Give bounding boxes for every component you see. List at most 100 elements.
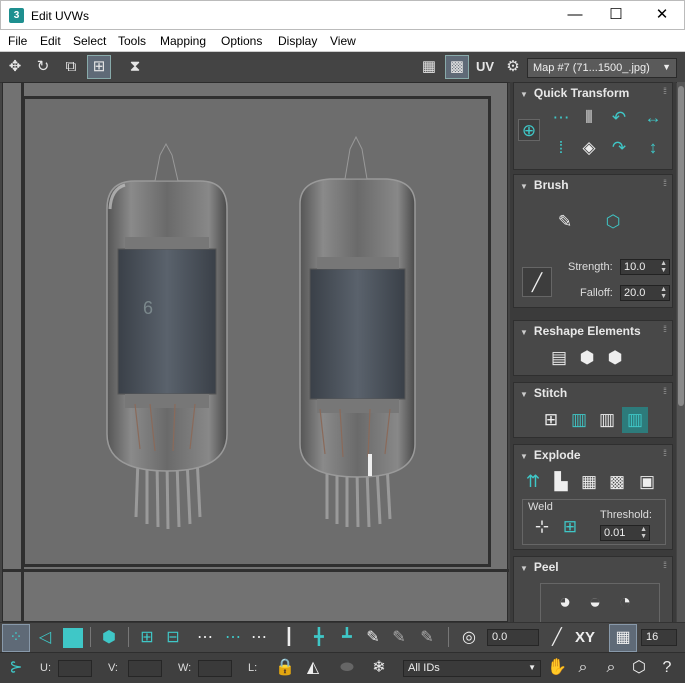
spinner-arrows-icon[interactable]: ▲ ▼ [660,260,667,274]
quick-peel-icon[interactable]: ◕ [552,589,578,615]
grow-selection-icon[interactable]: ⊞ [134,625,160,651]
close-button[interactable]: ✕ [639,1,685,31]
stitch-to-source-icon[interactable]: ▥ [622,407,648,433]
element-mode-icon[interactable]: ⬢ [96,625,122,651]
menu-display[interactable]: Display [278,34,317,48]
align-horizontal-icon[interactable]: ⋯ [548,105,574,131]
xy-toggle[interactable]: XY [572,625,598,651]
align-edge-icon[interactable]: ⁞ [548,135,574,161]
rollout-header[interactable]: ▼ Stitch [514,383,672,401]
lock-icon[interactable]: 🔒 [272,655,298,681]
loop-icon[interactable]: ⋯ [192,625,218,651]
minimize-button[interactable]: — [552,1,598,31]
relax-icon[interactable]: ⬢ [574,345,600,371]
move-icon[interactable]: ✥ [4,56,26,78]
rollout-header[interactable]: ▼ Reshape Elements [514,321,672,339]
threshold-spinner[interactable]: 0.01 ▲ ▼ [600,525,650,541]
map-settings-icon[interactable]: ⚙ [502,56,524,78]
u-input[interactable] [58,660,92,677]
menu-view[interactable]: View [330,34,356,48]
brush-size-up-icon[interactable]: ✎ [386,625,412,651]
brush-icon[interactable]: ✎ [360,625,386,651]
peel-mode-icon[interactable]: ◒ [582,589,608,615]
panel-scrollbar[interactable] [677,82,685,622]
show-map-icon[interactable]: ▩ [445,55,469,79]
falloff-spinner[interactable]: 20.0 ▲ ▼ [620,285,670,301]
break-icon[interactable]: ⇈ [520,469,546,495]
snowflake-icon[interactable]: ❄ [366,655,392,681]
loop-grow-icon[interactable]: ⋯ [220,625,246,651]
explode-by-group-icon[interactable]: ▩ [604,469,630,495]
paint-select-icon[interactable]: ┻ [334,625,360,651]
align-vertical-icon[interactable]: ⦀ [576,105,602,131]
v-input[interactable] [128,660,162,677]
straighten-icon[interactable]: ◈ [576,135,602,161]
ring-grow-icon[interactable]: ┃ [276,625,302,651]
strength-spinner[interactable]: 10.0 ▲ ▼ [620,259,670,275]
transform-mode-icon[interactable]: ⊱ [3,655,29,681]
ring-icon[interactable]: ⋯ [246,625,272,651]
brush-size-down-icon[interactable]: ✎ [414,625,440,651]
paint-move-icon[interactable]: ✎ [552,209,578,235]
freeform-icon[interactable]: ⊞ [87,55,111,79]
hide-icon[interactable]: ◭ [300,655,326,681]
grid-snap-icon[interactable]: ▦ [609,624,637,652]
scrollbar-thumb[interactable] [678,86,684,406]
detach-icon[interactable]: ▙ [548,469,574,495]
relax-brush-icon[interactable]: ⬡ [600,209,626,235]
menu-options[interactable]: Options [221,34,262,48]
weld-selected-icon[interactable]: ⊹ [530,515,554,539]
rollout-header[interactable]: ▼ Quick Transform [514,83,672,101]
vertex-mode-icon[interactable]: ⁘ [2,624,30,652]
set-pivot-icon[interactable]: ⊕ [518,119,540,141]
scale-icon[interactable]: ⧉ [60,56,82,78]
space-vertical-icon[interactable]: ↕ [640,135,666,161]
menu-select[interactable]: Select [73,34,106,48]
grid-input[interactable]: 16 [641,629,677,646]
freeze-icon[interactable]: ⬬ [334,655,360,681]
rollout-header[interactable]: ▼ Brush [514,175,672,193]
rollout-header[interactable]: ▼ Explode [514,445,672,463]
relax-settings-icon[interactable]: ⬢ [602,345,628,371]
zoom-extents-icon[interactable]: ⬡ [626,655,652,681]
shrink-selection-icon[interactable]: ⊟ [160,625,186,651]
stitch-to-target-icon[interactable]: ▥ [566,407,592,433]
ids-dropdown[interactable]: All IDs ▼ [403,660,541,677]
explode-by-smoothing-icon[interactable]: ▣ [634,469,660,495]
angle-input[interactable]: 0.0 [487,629,539,646]
rollout-header[interactable]: ▼ Peel [514,557,672,575]
weld-all-icon[interactable]: ⊞ [558,515,582,539]
select-by-icon[interactable]: ╋ [306,625,332,651]
uv-viewport[interactable]: 6 [2,82,509,623]
absolute-icon[interactable]: ╱ [544,625,570,651]
menu-mapping[interactable]: Mapping [160,34,206,48]
falloff-curve-icon[interactable]: ╱ [522,267,552,297]
edge-mode-icon[interactable]: ◁ [32,625,58,651]
flatten-icon[interactable]: ▦ [576,469,602,495]
face-mode-icon[interactable] [60,625,86,651]
spinner-arrows-icon[interactable]: ▲ ▼ [660,286,667,300]
checker-icon[interactable]: ▦ [418,56,440,78]
w-input[interactable] [198,660,232,677]
maximize-button[interactable]: ☐ [593,1,639,31]
zoom-region-icon[interactable]: ⌕ [598,655,624,681]
uv-texture-area[interactable]: 6 [22,96,491,567]
rotation-snap-icon[interactable]: ◎ [456,625,482,651]
straighten-selection-icon[interactable]: ▤ [546,345,572,371]
reset-peel-icon[interactable]: ◔ [612,589,638,615]
zoom-icon[interactable]: ⌕ [570,655,596,681]
help-icon[interactable]: ? [654,655,680,681]
spinner-arrows-icon[interactable]: ▲ ▼ [640,526,647,540]
mirror-icon[interactable]: ⧗ [124,56,146,78]
space-horizontal-icon[interactable]: ↔ [640,105,666,131]
pan-icon[interactable]: ✋ [544,655,570,681]
menu-edit[interactable]: Edit [40,34,61,48]
rotate-cw-icon[interactable]: ↷ [606,135,632,161]
map-dropdown[interactable]: Map #7 (71...1500_.jpg) ▼ [527,58,677,78]
rotate-ccw-icon[interactable]: ↶ [606,105,632,131]
menu-file[interactable]: File [8,34,27,48]
rotate-icon[interactable]: ↻ [32,56,54,78]
stitch-average-icon[interactable]: ▥ [594,407,620,433]
menu-tools[interactable]: Tools [118,34,146,48]
stitch-custom-icon[interactable]: ⊞ [538,407,564,433]
